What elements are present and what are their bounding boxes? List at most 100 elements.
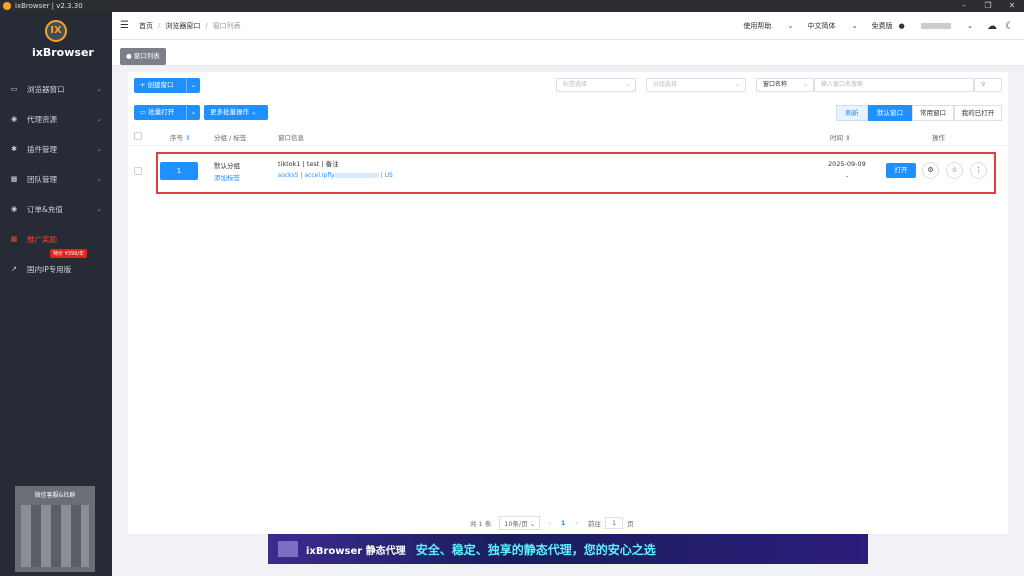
- download-icon[interactable]: ☁: [987, 21, 997, 32]
- order-icon: ◉: [10, 205, 18, 213]
- puzzle-icon: ✱: [11, 145, 17, 153]
- sidebar-item-extensions[interactable]: ✱ 插件管理 ⌄: [0, 134, 112, 164]
- theme-toggle-icon[interactable]: ☾: [1005, 21, 1014, 32]
- refresh-button[interactable]: 刷新: [836, 105, 868, 121]
- sidebar-item-label: 代理资源: [27, 114, 57, 124]
- banner-brand: ixBrowser 静态代理: [306, 545, 406, 557]
- row-checkbox[interactable]: [134, 167, 142, 175]
- sidebar-item-team[interactable]: ▩ 团队管理 ⌄: [0, 164, 112, 194]
- banner-icon: [278, 541, 298, 557]
- star-icon[interactable]: ☆: [946, 162, 963, 179]
- search-field-select[interactable]: 窗口名称 ⌄: [756, 78, 814, 92]
- batch-open-button[interactable]: ▭ 批量打开 ⌄: [134, 105, 200, 120]
- row-index-button[interactable]: 1: [160, 162, 198, 180]
- sidebar-item-browser-window[interactable]: ▭ 浏览器窗口 ⌄: [0, 74, 112, 104]
- breadcrumb-current: 窗口列表: [212, 21, 241, 30]
- current-page[interactable]: 1: [561, 519, 566, 527]
- promo-badge: 特价 ¥399/年: [50, 249, 87, 258]
- chevron-down-icon: ⌄: [734, 81, 740, 88]
- open-button[interactable]: 打开: [886, 163, 916, 178]
- app-icon: [3, 2, 11, 10]
- sidebar-item-label: 订单&充值: [27, 204, 63, 214]
- col-index[interactable]: 序号 ⇕: [170, 132, 191, 142]
- chevron-down-icon: ⌄: [802, 81, 808, 88]
- menu-toggle-icon[interactable]: ☰: [120, 20, 129, 31]
- window-titlebar: ixBrowser | v2.3.30 – ❐ ✕: [0, 0, 1024, 12]
- logo: IX ixBrowser: [32, 20, 94, 68]
- sidebar-item-label: 国内IP专用版: [27, 264, 72, 274]
- sidebar-item-domestic-ip[interactable]: ↗ 国内IP专用版 特价 ¥399/年: [0, 249, 112, 284]
- tab-common-windows[interactable]: 常用窗口: [912, 105, 954, 121]
- more-batch-button[interactable]: 更多批量操作 ⌄: [204, 105, 268, 120]
- col-actions: 操作: [932, 134, 945, 142]
- goto-input[interactable]: 1: [605, 517, 624, 529]
- gift-icon: ▦: [10, 235, 18, 243]
- sidebar: IX ixBrowser ▭ 浏览器窗口 ⌄ ◉ 代理资源 ⌄ ✱ 插件管理 ⌄…: [0, 12, 112, 576]
- folder-icon: ▭: [140, 108, 147, 116]
- qr-code-image: [21, 505, 89, 567]
- user-icon: ●: [898, 22, 905, 30]
- tag-select[interactable]: 标签选择 ⌄: [556, 78, 636, 92]
- row-date-secondary: -: [846, 172, 849, 180]
- tab-bar: ● 窗口列表: [112, 40, 1024, 66]
- chevron-down-icon: ⌄: [96, 115, 102, 123]
- next-page-icon[interactable]: ›: [575, 519, 578, 527]
- header-right: 使用帮助 ⌄ 中文简体 ⌄ 免费版 ● ⌄ ☁ ☾: [743, 12, 1024, 40]
- chevron-down-icon: ⌄: [96, 205, 102, 213]
- goto-label: 前往: [588, 520, 602, 528]
- close-icon[interactable]: ✕: [1000, 0, 1024, 12]
- col-time[interactable]: 时间 ⇕: [830, 132, 851, 142]
- logo-text: ixBrowser: [32, 46, 94, 59]
- breadcrumb-home[interactable]: 首页: [139, 21, 153, 31]
- sort-icon: ⇕: [845, 134, 851, 142]
- prev-page-icon[interactable]: ‹: [548, 519, 551, 527]
- breadcrumb-browser-window[interactable]: 浏览器窗口: [165, 21, 200, 31]
- create-window-button[interactable]: + 创建窗口 ⌄: [134, 78, 200, 93]
- table-header: 序号 ⇕ 分组 / 标签 窗口信息 时间 ⇕ 操作: [128, 128, 1008, 146]
- more-vertical-icon[interactable]: ⋮: [970, 162, 987, 179]
- maximize-icon[interactable]: ❐: [976, 0, 1000, 12]
- language-select[interactable]: 中文简体 ⌄: [808, 21, 858, 31]
- tab-opened-windows[interactable]: 我的已打开: [954, 105, 1002, 121]
- main-panel: + 创建窗口 ⌄ 标签选择 ⌄ 分组选择 ⌄ 窗口名称 ⌄ 输入窗口名搜索 ⚲ ▭ 批…: [128, 72, 1008, 534]
- team-icon: ▩: [10, 175, 18, 183]
- user-menu[interactable]: ● ⌄: [899, 22, 973, 30]
- search-input[interactable]: 输入窗口名搜索: [814, 78, 974, 92]
- sidebar-item-label: 插件管理: [27, 144, 57, 154]
- help-menu[interactable]: 使用帮助 ⌄: [743, 21, 793, 31]
- chevron-down-icon[interactable]: ⌄: [186, 105, 200, 120]
- chevron-down-icon: ⌄: [96, 145, 102, 153]
- window-icon: ▭: [10, 85, 18, 93]
- chevron-down-icon: ⌄: [96, 85, 102, 93]
- page-unit: 页: [627, 520, 634, 528]
- sidebar-menu: ▭ 浏览器窗口 ⌄ ◉ 代理资源 ⌄ ✱ 插件管理 ⌄ ▩ 团队管理 ⌄ ◉ 订…: [0, 74, 112, 284]
- col-window-info: 窗口信息: [278, 134, 304, 142]
- sidebar-item-label: 团队管理: [27, 174, 57, 184]
- search-icon[interactable]: ⚲: [974, 78, 1002, 92]
- row-window-info: tiktok1 | test | 备注: [278, 160, 339, 168]
- sidebar-item-orders[interactable]: ◉ 订单&充值 ⌄: [0, 194, 112, 224]
- row-proxy-info[interactable]: socks5 | accel.ipfly | US: [278, 172, 393, 179]
- tab-window-list[interactable]: ● 窗口列表: [120, 48, 166, 65]
- ad-banner[interactable]: ixBrowser 静态代理 安全、稳定、独享的静态代理，您的安心之选: [268, 534, 868, 564]
- page-size-select[interactable]: 10条/页 ⌄: [499, 516, 541, 530]
- chevron-down-icon: ⌄: [624, 81, 630, 88]
- chevron-down-icon[interactable]: ⌄: [186, 78, 200, 93]
- window-title: ixBrowser | v2.3.30: [15, 2, 83, 10]
- banner-slogan: 安全、稳定、独享的静态代理，您的安心之选: [415, 542, 656, 557]
- select-all-checkbox[interactable]: [134, 132, 142, 140]
- sidebar-item-proxy[interactable]: ◉ 代理资源 ⌄: [0, 104, 112, 134]
- minimize-icon[interactable]: –: [952, 0, 976, 12]
- chevron-down-icon: ⌄: [96, 175, 102, 183]
- group-select[interactable]: 分组选择 ⌄: [646, 78, 746, 92]
- qr-code-panel: 微信客服&社群: [15, 486, 95, 572]
- add-tag-link[interactable]: 添加标签: [214, 172, 240, 182]
- settings-gear-icon[interactable]: ⚙: [922, 162, 939, 179]
- globe-icon: ◉: [10, 115, 18, 123]
- tab-default-windows[interactable]: 默认窗口: [868, 105, 912, 121]
- logo-icon: IX: [45, 20, 67, 42]
- col-group-tag: 分组 / 标签: [214, 134, 247, 142]
- plan-label: 免费版: [871, 22, 893, 30]
- total-count: 共 1 条: [470, 520, 492, 528]
- breadcrumb: 首页 / 浏览器窗口 / 窗口列表: [138, 21, 241, 31]
